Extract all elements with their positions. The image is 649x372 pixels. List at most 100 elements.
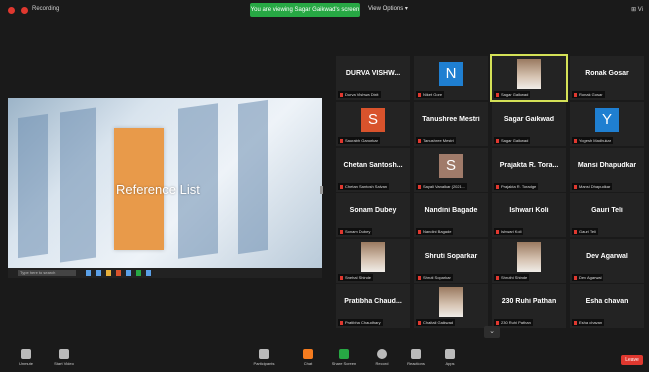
participant-name: Nandini Bagade <box>423 229 452 234</box>
participant-tile[interactable]: Shruti Soparkar Shruti Soparkar <box>414 239 488 283</box>
participant-name-label: Tanushree Mestri <box>416 137 456 144</box>
participant-name-label: Esha chavan <box>572 319 605 326</box>
participant-name: Pratibha Chaudhary <box>345 320 381 325</box>
participant-display-name: 230 Ruhi Pathan <box>501 298 557 305</box>
participant-tile[interactable]: Snehal Shinde <box>336 239 410 283</box>
microphone-muted-icon <box>574 92 577 97</box>
participant-name-label: Pratibha Chaudhary <box>338 319 383 326</box>
participant-tile[interactable]: Nandini Bagade Nandini Bagade <box>414 193 488 237</box>
participant-tile[interactable]: S Saurabh Ganorkar <box>336 102 410 146</box>
participant-display-name: Tanushree Mestri <box>422 116 480 123</box>
participant-name-label: Niket Gore <box>416 91 445 98</box>
microphone-muted-icon <box>418 275 421 280</box>
slide-decoration <box>18 113 48 259</box>
participant-tile[interactable]: Tanushree Mestri Tanushree Mestri <box>414 102 488 146</box>
participant-name: Saurabh Ganorkar <box>345 138 378 143</box>
presentation-slide: Reference List <box>8 98 322 268</box>
microphone-muted-icon <box>496 275 499 280</box>
microphone-muted-icon <box>418 320 421 325</box>
participant-tile[interactable]: N Niket Gore <box>414 56 488 100</box>
leave-button[interactable]: Leave <box>621 355 643 365</box>
microphone-muted-icon <box>496 229 499 234</box>
recording-icon[interactable] <box>21 7 28 14</box>
participant-tile[interactable]: Gauri Teli Gauri Teli <box>570 193 644 237</box>
participant-tile[interactable]: Mansi Dhapudkar Mansi Dhapudkar <box>570 148 644 192</box>
participant-name-label: Chaitali Gaikwad <box>416 319 456 326</box>
apps-icon <box>445 349 455 359</box>
participant-tile[interactable]: Dev Agarwal Dev Agarwal <box>570 239 644 283</box>
participant-name: Sagar Gaikwad <box>501 138 529 143</box>
participant-tile[interactable]: Ishwari Koli Ishwari Koli <box>492 193 566 237</box>
slide-decoration <box>60 107 96 263</box>
taskbar-app-icon <box>96 270 101 276</box>
taskbar-search: Type here to search <box>18 270 76 276</box>
reactions-label: Reactions <box>407 361 425 366</box>
share-screen-icon <box>339 349 349 359</box>
participant-video <box>517 59 541 89</box>
participant-display-name: Sagar Gaikwad <box>503 116 555 123</box>
taskbar-app-icon <box>116 270 121 276</box>
participant-tile[interactable]: Prajakta R. Tora... Prajakta R. Toradge <box>492 148 566 192</box>
participant-tile[interactable]: S Sayali Vanalkar (2021... <box>414 148 488 192</box>
participant-name: Tanushree Mestri <box>423 138 454 143</box>
resize-handle[interactable] <box>320 186 323 194</box>
participant-name-label: Snehal Shinde <box>338 274 374 281</box>
participant-name-label: Saurabh Ganorkar <box>338 137 380 144</box>
participant-name: Shruthi Shinde <box>501 275 528 280</box>
view-mode-button[interactable]: ⊞ Vi <box>631 6 643 13</box>
microphone-muted-icon <box>418 184 421 189</box>
participant-tile[interactable]: Chetan Santosh... Chetan Santosh Salvan <box>336 148 410 192</box>
participant-name-label: Gauri Teli <box>572 228 598 235</box>
microphone-muted-icon <box>340 138 343 143</box>
microphone-muted-icon <box>340 92 343 97</box>
microphone-muted-icon <box>340 184 343 189</box>
taskbar-app-icon <box>106 270 111 276</box>
record-icon <box>377 349 387 359</box>
microphone-muted-icon <box>418 92 421 97</box>
participant-tile[interactable]: Shruthi Shinde <box>492 239 566 283</box>
microphone-muted-icon <box>574 138 577 143</box>
participant-tile[interactable]: Chaitali Gaikwad <box>414 284 488 328</box>
avatar: S <box>439 154 463 178</box>
participant-display-name: DURVA VISHW... <box>345 70 401 77</box>
participant-name-label: Shruthi Shinde <box>494 274 530 281</box>
participant-display-name: Ishwari Koli <box>509 207 549 214</box>
start-video-button[interactable]: Start Video <box>44 349 84 366</box>
microphone-muted-icon <box>418 138 421 143</box>
slide-title: Reference List <box>116 182 200 197</box>
participant-tile[interactable]: Y Yogesh Madhukar <box>570 102 644 146</box>
microphone-muted-icon <box>496 92 499 97</box>
participant-tile[interactable]: Pratibha Chaud... Pratibha Chaudhary <box>336 284 410 328</box>
participant-display-name: Dev Agarwal <box>586 253 628 260</box>
participant-tile[interactable]: DURVA VISHW... Durva Vishwa Dixit <box>336 56 410 100</box>
participant-tile[interactable]: Ronak Gosar Ronak Gosar <box>570 56 644 100</box>
video-off-icon <box>59 349 69 359</box>
participant-tile[interactable]: Esha chavan Esha chavan <box>570 284 644 328</box>
share-screen-button[interactable]: Share Screen <box>324 349 364 366</box>
participant-name: Esha chavan <box>579 320 603 325</box>
participant-display-name: Esha chavan <box>585 298 629 305</box>
chat-button[interactable]: Chat <box>288 349 328 366</box>
microphone-muted-icon <box>418 229 421 234</box>
participant-display-name: Gauri Teli <box>591 207 623 214</box>
participant-name-label: Shruti Soparkar <box>416 274 453 281</box>
participant-name-label: Sagar Gaikwad <box>494 91 531 98</box>
participants-button[interactable]: Participants <box>244 349 284 366</box>
participant-display-name: Mansi Dhapudkar <box>577 162 637 169</box>
top-bar: Recording You are viewing Sagar Gaikwad'… <box>0 0 649 22</box>
reactions-icon <box>411 349 421 359</box>
participant-tile[interactable]: Sagar Gaikwad Sagar Gaikwad <box>492 102 566 146</box>
participant-name: Chetan Santosh Salvan <box>345 184 388 189</box>
participant-tile[interactable]: Sonam Dubey Sonam Dubey <box>336 193 410 237</box>
participant-display-name: Chetan Santosh... <box>343 162 403 169</box>
participant-video <box>439 287 463 317</box>
apps-button[interactable]: Apps <box>430 349 470 366</box>
participant-tile[interactable]: Sagar Gaikwad <box>490 54 568 102</box>
participant-name-label: Yogesh Madhukar <box>572 137 614 144</box>
participant-name-label: Chetan Santosh Salvan <box>338 183 390 190</box>
participant-tile[interactable]: 230 Ruhi Pathan 230 Ruhi Pathan <box>492 284 566 328</box>
gallery-scroll-down-button[interactable]: ⌄ <box>484 326 500 338</box>
unmute-button[interactable]: Unmute <box>6 349 46 366</box>
view-options-button[interactable]: View Options ▾ <box>368 5 408 12</box>
participant-name-label: Ronak Gosar <box>572 91 605 98</box>
